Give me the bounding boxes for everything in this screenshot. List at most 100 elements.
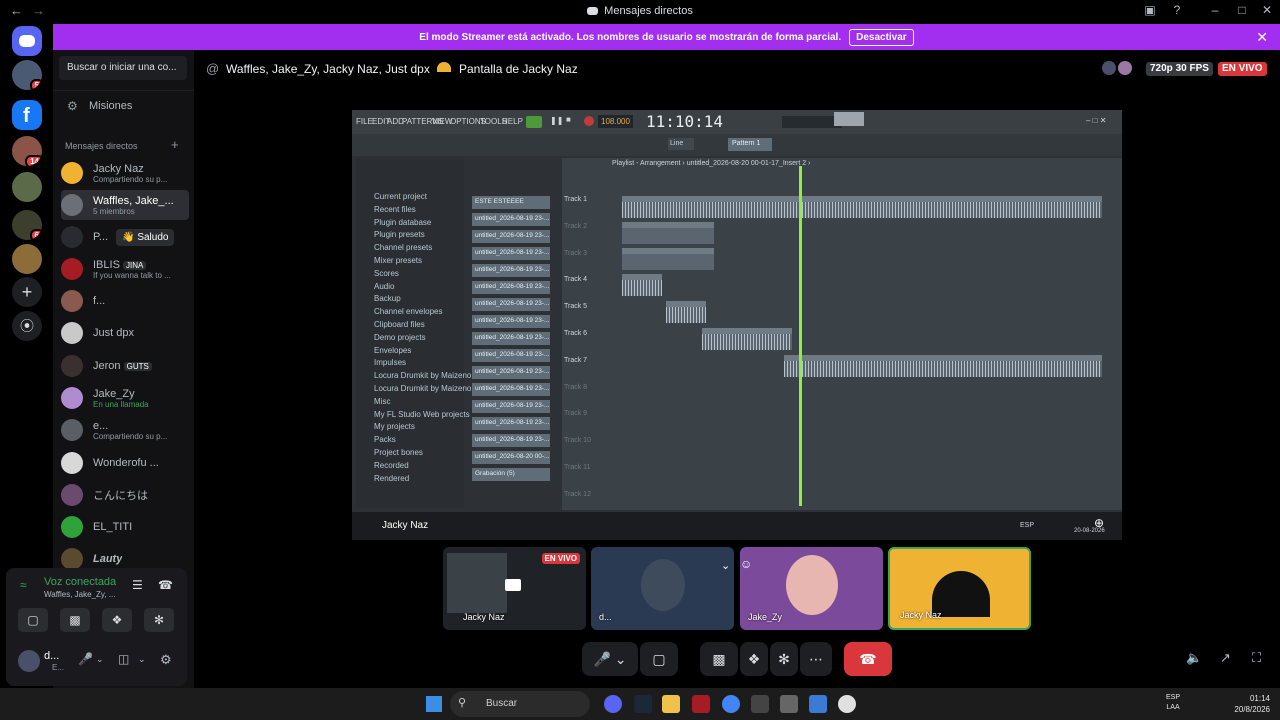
dm-status: Compartiendo su p... bbox=[93, 431, 168, 441]
screen-icon bbox=[505, 579, 521, 591]
discover-icon[interactable]: ⦿ bbox=[12, 311, 42, 341]
dm-status: Compartiendo su p... bbox=[93, 174, 168, 184]
participant-tile[interactable]: EN VIVO Jacky Naz bbox=[443, 547, 586, 630]
disconnect-button[interactable]: ☎ bbox=[844, 642, 892, 676]
dm-item-active[interactable]: Waffles, Jake_... 5 miembros bbox=[61, 190, 189, 220]
dm-item[interactable]: Just dpx bbox=[61, 318, 189, 348]
taskbar-search[interactable]: Buscar bbox=[450, 691, 590, 717]
headphones-icon[interactable]: ◫ bbox=[118, 652, 129, 666]
chrome-taskbar-icon[interactable] bbox=[722, 695, 740, 713]
dm-item[interactable]: Jacky Naz Compartiendo su p... bbox=[61, 158, 189, 188]
steam-taskbar-icon[interactable] bbox=[634, 695, 652, 713]
chevron-down-icon[interactable]: ⌄ bbox=[138, 654, 146, 665]
lang-secondary: LAA bbox=[1166, 704, 1180, 711]
fullscreen-icon[interactable]: ⛶ bbox=[1252, 650, 1261, 666]
explorer-taskbar-icon[interactable] bbox=[662, 695, 680, 713]
banner-close-icon[interactable]: ✕ bbox=[1256, 29, 1268, 46]
dm-item[interactable]: EL_TITI bbox=[61, 512, 189, 542]
quests-link[interactable]: Misiones bbox=[89, 100, 132, 112]
chevron-down-icon[interactable]: ⌄ bbox=[96, 654, 104, 665]
inbox-icon[interactable]: ▣ bbox=[1141, 3, 1159, 17]
live-badge: EN VIVO bbox=[541, 553, 580, 564]
app-taskbar-icon[interactable] bbox=[692, 695, 710, 713]
activities-button[interactable]: ❖ bbox=[740, 642, 768, 676]
pat-song-toggle bbox=[526, 116, 542, 128]
server-icon-1[interactable]: 5 bbox=[12, 60, 42, 90]
screen-share-icon[interactable]: ▩ bbox=[60, 608, 90, 632]
chevron-down-icon[interactable]: ⌄ bbox=[721, 559, 730, 572]
avatar bbox=[61, 322, 83, 344]
fl-pattern-item: untitled_2026-08-19 23-... bbox=[472, 281, 550, 294]
fl-volume-meter bbox=[834, 112, 864, 126]
server-icon-6[interactable] bbox=[12, 244, 42, 274]
dm-name: P... bbox=[93, 231, 109, 243]
fl-snap: Line bbox=[668, 138, 694, 150]
screen-share-button[interactable]: ▩ bbox=[700, 642, 738, 676]
dm-name: IBLIS bbox=[93, 258, 120, 271]
participant-tile-speaking[interactable]: Jacky Naz bbox=[888, 547, 1031, 630]
server-icon-5[interactable]: 6 bbox=[12, 210, 42, 240]
close-window-icon[interactable]: ✕ bbox=[1258, 3, 1276, 17]
discord-taskbar-icon[interactable] bbox=[604, 695, 622, 713]
saludo-label: Saludo bbox=[137, 231, 169, 243]
fl-browser-item: Current project bbox=[374, 192, 427, 201]
app-taskbar-icon[interactable] bbox=[809, 695, 827, 713]
dm-item[interactable]: e... Compartiendo su p... bbox=[61, 415, 189, 445]
dm-name: こんにちは bbox=[93, 490, 148, 502]
maximize-icon[interactable]: □ bbox=[1233, 3, 1251, 17]
window-title-text: Mensajes directos bbox=[604, 5, 693, 17]
help-icon[interactable]: ? bbox=[1168, 3, 1186, 17]
dm-search-input[interactable]: Buscar o iniciar una co... bbox=[59, 56, 187, 80]
fl-pattern-item: untitled_2026-08-19 23-... bbox=[472, 434, 550, 447]
voice-status: Voz conectada bbox=[44, 576, 117, 588]
fl-browser-item: Demo projects bbox=[374, 332, 426, 342]
soundboard-icon[interactable]: ☰ bbox=[132, 578, 143, 592]
disable-streamer-button[interactable]: Desactivar bbox=[849, 28, 914, 46]
fl-track-label: Track 5 bbox=[564, 303, 588, 311]
stream-view[interactable]: FILE EDIT ADD PATTERNS VIEW OPTIONS TOOL… bbox=[352, 110, 1122, 540]
effects-button[interactable]: ✻ bbox=[770, 642, 798, 676]
user-avatar[interactable] bbox=[18, 650, 40, 672]
dm-item[interactable]: Wonderofu ... bbox=[61, 448, 189, 478]
discord-home-icon[interactable] bbox=[12, 26, 42, 56]
fl-browser-item: Impulses bbox=[374, 358, 407, 368]
participants-icon[interactable]: ☺ bbox=[740, 557, 752, 571]
audio-clip bbox=[622, 248, 714, 270]
zoom-icon[interactable]: ⊕ bbox=[1094, 516, 1104, 530]
dm-item[interactable]: Jake_Zy En una llamada bbox=[61, 383, 189, 413]
add-server-icon[interactable]: + bbox=[12, 277, 42, 307]
camera-button[interactable]: ▢ bbox=[640, 642, 678, 676]
facebook-server-icon[interactable]: f bbox=[12, 100, 42, 130]
app-taskbar-icon[interactable] bbox=[838, 695, 856, 713]
new-dm-icon[interactable]: + bbox=[171, 137, 179, 152]
language-indicator[interactable]: ESP LAA bbox=[1166, 693, 1180, 713]
saludo-button[interactable]: 👋 Saludo bbox=[116, 228, 175, 246]
start-icon[interactable] bbox=[426, 696, 442, 712]
dm-item[interactable]: こんにちは bbox=[61, 480, 189, 510]
system-clock[interactable]: 01:14 20/8/2026 bbox=[1234, 693, 1270, 715]
camera-off-icon[interactable]: ▢ bbox=[18, 608, 48, 632]
dm-item[interactable]: Jeron GUTS bbox=[61, 351, 189, 381]
popout-icon[interactable]: ↗ bbox=[1220, 650, 1231, 666]
participant-tile[interactable]: ☺ Jake_Zy bbox=[740, 547, 883, 630]
participant-tile[interactable]: ⌄ d... bbox=[591, 547, 734, 630]
app-taskbar-icon[interactable] bbox=[780, 695, 798, 713]
dm-section-title: Mensajes directos bbox=[65, 141, 138, 151]
dm-item[interactable]: f... bbox=[61, 286, 189, 316]
dm-item[interactable]: IBLIS JINA If you wanna talk to ... bbox=[61, 254, 189, 284]
effects-icon[interactable]: ✻ bbox=[144, 608, 174, 632]
server-icon-4[interactable] bbox=[12, 172, 42, 202]
dm-item[interactable]: P... 👋 Saludo bbox=[61, 222, 189, 252]
avatar bbox=[61, 516, 83, 538]
fl-pattern-item: untitled_2026-08-19 23-... bbox=[472, 349, 550, 362]
microphone-button[interactable]: 🎤 ⌄ bbox=[582, 642, 638, 676]
minimize-icon[interactable]: – bbox=[1206, 3, 1224, 17]
server-icon-3[interactable]: 14 bbox=[12, 136, 42, 166]
activities-icon[interactable]: ❖ bbox=[102, 608, 132, 632]
disconnect-icon[interactable]: ☎ bbox=[158, 578, 173, 592]
settings-gear-icon[interactable]: ⚙ bbox=[160, 652, 172, 668]
more-button[interactable]: ⋯ bbox=[800, 642, 832, 676]
app-taskbar-icon[interactable] bbox=[751, 695, 769, 713]
volume-icon[interactable]: 🔈 bbox=[1186, 650, 1202, 666]
microphone-icon[interactable]: 🎤 bbox=[78, 652, 93, 666]
